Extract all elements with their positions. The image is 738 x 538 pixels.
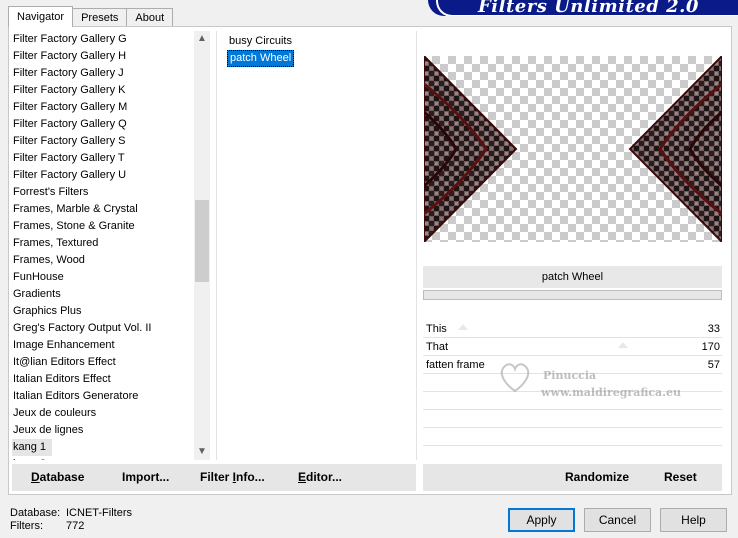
param-value: 57 <box>707 359 720 371</box>
left-wedge <box>424 56 518 242</box>
randomize-button[interactable]: Randomize <box>565 470 629 484</box>
category-item[interactable]: kang 2 <box>12 456 194 460</box>
category-item[interactable]: Jeux de couleurs <box>12 405 194 422</box>
watermark-url: www.maldiregrafica.eu <box>541 386 682 399</box>
category-item[interactable]: Greg's Factory Output Vol. II <box>12 320 194 337</box>
filters-label: Filters: <box>10 520 43 532</box>
category-scrollbar[interactable]: ▲ ▼ <box>194 31 210 460</box>
preview-image <box>424 56 722 242</box>
param-row[interactable]: This 33 <box>423 320 722 338</box>
filter-name-header: patch Wheel <box>423 266 722 288</box>
filter-info-button[interactable]: Filter Info... <box>200 470 265 484</box>
category-item[interactable]: Filter Factory Gallery U <box>12 167 194 184</box>
category-item[interactable]: Filter Factory Gallery H <box>12 48 194 65</box>
import-button[interactable]: Import... <box>122 470 169 484</box>
category-item[interactable]: Frames, Marble & Crystal <box>12 201 194 218</box>
filter-preview <box>424 56 722 242</box>
footer-info: Database: ICNET-Filters Filters: 772 <box>10 507 132 533</box>
category-item[interactable]: Filter Factory Gallery G <box>12 31 194 48</box>
category-item[interactable]: Filter Factory Gallery S <box>12 133 194 150</box>
category-item[interactable]: Italian Editors Generatore <box>12 388 194 405</box>
param-row-empty <box>423 428 722 446</box>
param-value: 33 <box>707 323 720 335</box>
category-item[interactable]: Filter Factory Gallery M <box>12 99 194 116</box>
divider <box>216 31 217 460</box>
category-item[interactable]: Filter Factory Gallery J <box>12 65 194 82</box>
param-row[interactable]: That 170 <box>423 338 722 356</box>
slider-knob[interactable] <box>458 324 468 330</box>
param-value: 170 <box>701 341 720 353</box>
slider-knob[interactable] <box>618 342 628 348</box>
tab-navigator[interactable]: Navigator <box>8 6 74 27</box>
tab-about[interactable]: About <box>126 8 174 27</box>
help-button[interactable]: Help <box>660 508 727 532</box>
right-action-bar: Randomize Reset <box>423 464 722 491</box>
category-item[interactable]: kang 1 <box>12 439 53 456</box>
database-value: ICNET-Filters <box>66 507 132 519</box>
category-item[interactable]: Frames, Stone & Granite <box>12 218 194 235</box>
filter-item[interactable]: busy Circuits <box>227 33 294 50</box>
scroll-down-icon[interactable]: ▼ <box>194 444 210 460</box>
tab-bar: Navigator Presets About <box>8 6 174 27</box>
right-wedge <box>628 56 722 242</box>
param-label: That <box>426 341 449 353</box>
param-row-empty <box>423 410 722 428</box>
app-title: Filters Unlimited 2.0 <box>478 0 699 16</box>
database-label: Database: <box>10 507 61 519</box>
filters-count: 772 <box>66 520 85 532</box>
category-item[interactable]: Frames, Wood <box>12 252 194 269</box>
category-item[interactable]: Filter Factory Gallery Q <box>12 116 194 133</box>
scrollbar-thumb[interactable] <box>195 200 209 282</box>
category-item[interactable]: Frames, Textured <box>12 235 194 252</box>
category-item[interactable]: Image Enhancement <box>12 337 194 354</box>
category-item[interactable]: Forrest's Filters <box>12 184 194 201</box>
category-list[interactable]: Filter Factory Gallery G Filter Factory G… <box>12 31 194 460</box>
progress-bar <box>423 290 722 300</box>
category-item[interactable]: Gradients <box>12 286 194 303</box>
watermark-heart-icon <box>500 363 530 393</box>
watermark: Pinuccia www.maldiregrafica.eu <box>495 355 695 405</box>
editor-button[interactable]: Editor... <box>298 470 342 484</box>
category-item[interactable]: FunHouse <box>12 269 194 286</box>
reset-button[interactable]: Reset <box>664 470 697 484</box>
apply-button[interactable]: Apply <box>508 508 575 532</box>
watermark-name: Pinuccia <box>543 369 597 382</box>
category-item[interactable]: Graphics Plus <box>12 303 194 320</box>
app-banner: Filters Unlimited 2.0 <box>428 0 738 16</box>
param-label: This <box>426 323 447 335</box>
category-item[interactable]: Italian Editors Effect <box>12 371 194 388</box>
category-item[interactable]: It@lian Editors Effect <box>12 354 194 371</box>
cancel-button[interactable]: Cancel <box>584 508 651 532</box>
scroll-up-icon[interactable]: ▲ <box>194 31 210 47</box>
filter-item[interactable]: patch Wheel <box>227 50 295 67</box>
param-label: fatten frame <box>426 359 485 371</box>
tab-presets[interactable]: Presets <box>72 8 128 27</box>
database-button[interactable]: Database <box>31 470 84 484</box>
divider <box>416 31 417 460</box>
category-item[interactable]: Filter Factory Gallery T <box>12 150 194 167</box>
category-item[interactable]: Filter Factory Gallery K <box>12 82 194 99</box>
category-item[interactable]: Jeux de lignes <box>12 422 194 439</box>
filter-list[interactable]: busy Circuits patch Wheel <box>227 33 407 67</box>
left-action-bar: Database Import... Filter Info... Editor… <box>12 464 416 491</box>
